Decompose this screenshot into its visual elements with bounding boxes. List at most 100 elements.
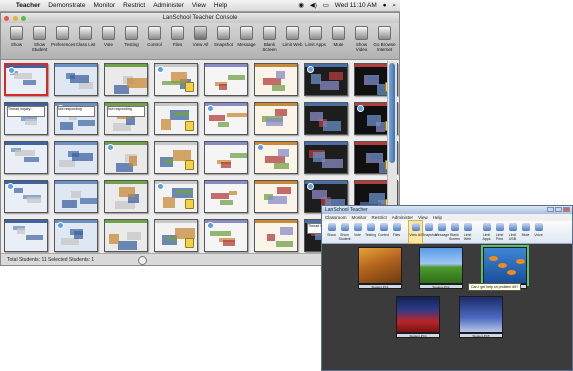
- menu-administer[interactable]: Administer: [392, 215, 413, 220]
- student-thumbnail[interactable]: [304, 141, 348, 174]
- volume-icon[interactable]: ◀): [310, 0, 317, 11]
- menu-monitor[interactable]: Monitor: [89, 0, 119, 11]
- toolbar-go-browse-internet-button[interactable]: Go Browse Internet: [373, 23, 396, 59]
- scrollbar-knob[interactable]: [389, 63, 395, 163]
- toolbar-class-list-button[interactable]: Class List: [74, 23, 97, 59]
- toolbar-limit-print-button[interactable]: Limit Print: [493, 221, 506, 243]
- student-thumbnail[interactable]: [358, 247, 402, 284]
- student-thumbnail[interactable]: [204, 219, 248, 252]
- toolbar-voice-button[interactable]: Voice: [532, 221, 545, 243]
- student-thumbnail[interactable]: [254, 141, 298, 174]
- minimize-icon[interactable]: [547, 207, 554, 212]
- student-thumbnail[interactable]: [459, 296, 503, 333]
- student-thumbnail[interactable]: [4, 141, 48, 174]
- user-icon[interactable]: ●: [383, 0, 387, 11]
- toolbar-mute-button[interactable]: Mute: [519, 221, 532, 243]
- toolbar-show-button[interactable]: Show: [325, 221, 338, 243]
- student-thumbnail[interactable]: [419, 247, 463, 284]
- wifi-icon[interactable]: ◉: [298, 0, 304, 11]
- maximize-icon[interactable]: [555, 207, 562, 212]
- toolbar-show-video-button[interactable]: Show Video: [350, 23, 373, 59]
- student-thumbnail[interactable]: [104, 219, 148, 252]
- student-thumbnail[interactable]: [154, 219, 198, 252]
- toolbar-testing-button[interactable]: Testing: [364, 221, 377, 243]
- student-thumbnail[interactable]: [54, 63, 98, 96]
- menu-help[interactable]: Help: [433, 215, 442, 220]
- student-thumbnail[interactable]: [481, 245, 529, 286]
- close-icon[interactable]: [563, 207, 570, 212]
- toolbar-blank-screen-button[interactable]: Blank Screen: [258, 23, 281, 59]
- toolbar-blank-screen-button[interactable]: Blank Screen: [448, 221, 461, 243]
- student-thumbnail[interactable]: [204, 141, 248, 174]
- menu-monitor[interactable]: Monitor: [352, 215, 367, 220]
- toolbar-control-button[interactable]: Control: [143, 23, 166, 59]
- toolbar-vote-button[interactable]: Vote: [97, 23, 120, 59]
- toolbar-limit-apps-button[interactable]: Limit Apps: [480, 221, 493, 243]
- student-thumbnail[interactable]: [104, 180, 148, 213]
- toolbar-limit-usb-button[interactable]: Limit USB: [506, 221, 519, 243]
- student-thumbnail[interactable]: [254, 63, 298, 96]
- toolbar-snapshot-button[interactable]: Snapshot: [212, 23, 235, 59]
- clock[interactable]: Wed 11:10 AM: [335, 0, 377, 11]
- window-titlebar[interactable]: LanSchool Teacher: [322, 206, 572, 214]
- student-thumbnail[interactable]: [254, 219, 298, 252]
- student-thumbnail[interactable]: [54, 219, 98, 252]
- menu-demonstrate[interactable]: Demonstrate: [44, 0, 89, 11]
- student-thumbnail[interactable]: [396, 296, 440, 333]
- student-thumbnail[interactable]: [154, 63, 198, 96]
- toolbar-show-button[interactable]: Show: [5, 23, 28, 59]
- toolbar-snapshot-button[interactable]: Snapshot: [422, 221, 437, 243]
- toolbar-files-button[interactable]: Files: [390, 221, 403, 243]
- student-thumbnail[interactable]: [304, 102, 348, 135]
- minimize-icon[interactable]: [12, 16, 18, 21]
- menu-administer[interactable]: Administer: [149, 0, 188, 11]
- window-titlebar[interactable]: LanSchool Teacher Console: [1, 13, 399, 23]
- student-thumbnail[interactable]: [4, 63, 48, 96]
- student-thumbnail[interactable]: [104, 63, 148, 96]
- student-thumbnail[interactable]: [204, 180, 248, 213]
- toolbar-testing-button[interactable]: Testing: [120, 23, 143, 59]
- student-thumbnail[interactable]: [54, 180, 98, 213]
- student-thumbnail[interactable]: Not responding: [104, 102, 148, 135]
- student-thumbnail[interactable]: [4, 219, 48, 252]
- student-thumbnail[interactable]: Not responding: [54, 102, 98, 135]
- student-thumbnail[interactable]: [254, 180, 298, 213]
- spotlight-search-icon[interactable]: ⌕: [392, 0, 396, 11]
- student-thumbnail[interactable]: [154, 141, 198, 174]
- student-thumbnail[interactable]: [154, 180, 198, 213]
- toolbar-show-student-button[interactable]: Show Student: [28, 23, 51, 59]
- close-icon[interactable]: [4, 16, 9, 21]
- toolbar-message-button[interactable]: Message: [235, 23, 258, 59]
- menu-view[interactable]: View: [418, 215, 428, 220]
- student-thumbnail[interactable]: [304, 63, 348, 96]
- toolbar-files-button[interactable]: Files: [166, 23, 189, 59]
- toolbar-vote-button[interactable]: Vote: [351, 221, 364, 243]
- student-thumbnail[interactable]: [254, 102, 298, 135]
- menu-help[interactable]: Help: [210, 0, 231, 11]
- zoom-slider-knob[interactable]: [138, 256, 147, 265]
- toolbar-control-button[interactable]: Control: [377, 221, 390, 243]
- student-thumbnail[interactable]: [154, 102, 198, 135]
- student-thumbnail[interactable]: [104, 141, 148, 174]
- menu-classroom[interactable]: Classroom: [325, 215, 347, 220]
- toolbar-limit-web-button[interactable]: Limit Web: [281, 23, 304, 59]
- toolbar-view-all-button[interactable]: View All: [408, 220, 423, 244]
- toolbar-message-button[interactable]: Message: [435, 221, 449, 243]
- student-thumbnail[interactable]: [204, 63, 248, 96]
- student-thumbnail[interactable]: [204, 102, 248, 135]
- student-thumbnail[interactable]: [4, 180, 48, 213]
- toolbar-preferences-button[interactable]: Preferences: [51, 23, 75, 59]
- toolbar-show-student-button[interactable]: Show Student: [338, 221, 351, 243]
- menu-teacher[interactable]: Teacher: [12, 0, 44, 11]
- student-thumbnail[interactable]: [54, 141, 98, 174]
- zoom-icon[interactable]: [21, 16, 27, 21]
- toolbar-view-all-button[interactable]: View All: [189, 23, 212, 59]
- toolbar-limit-apps-button[interactable]: Limit Apps: [304, 23, 327, 59]
- menu-restrict[interactable]: Restrict: [372, 215, 387, 220]
- menu-restrict[interactable]: Restrict: [119, 0, 149, 11]
- student-thumbnail[interactable]: Thread inquiry...: [4, 102, 48, 135]
- battery-icon[interactable]: ▭: [323, 0, 329, 11]
- toolbar-limit-web-button[interactable]: Limit Web: [461, 221, 474, 243]
- toolbar-mute-button[interactable]: Mute: [327, 23, 350, 59]
- menu-view[interactable]: View: [188, 0, 210, 11]
